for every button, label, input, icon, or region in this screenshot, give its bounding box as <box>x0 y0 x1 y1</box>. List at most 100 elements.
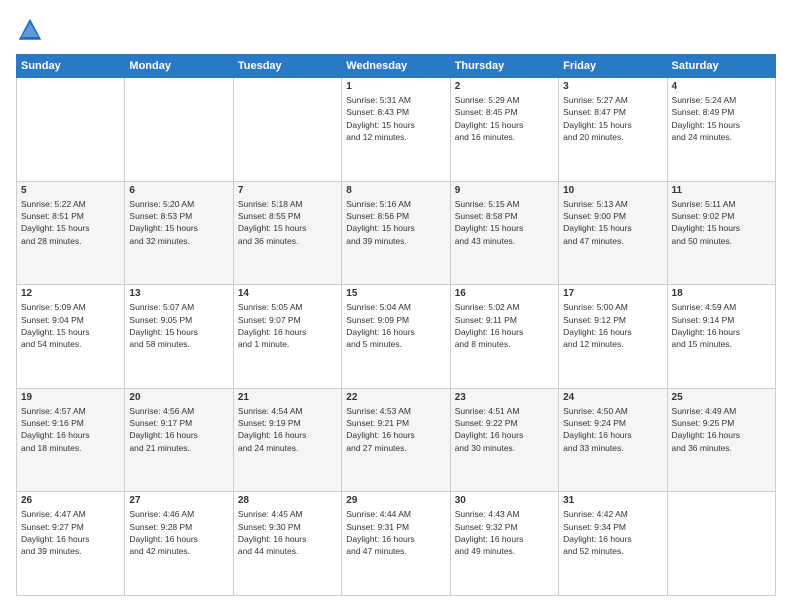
cell-content: Sunrise: 4:51 AM Sunset: 9:22 PM Dayligh… <box>455 405 554 454</box>
day-number: 3 <box>563 81 662 92</box>
day-number: 4 <box>672 81 771 92</box>
calendar-cell: 30Sunrise: 4:43 AM Sunset: 9:32 PM Dayli… <box>450 492 558 596</box>
cell-content: Sunrise: 4:45 AM Sunset: 9:30 PM Dayligh… <box>238 508 337 557</box>
day-number: 16 <box>455 288 554 299</box>
calendar-cell: 6 Sunrise: 5:20 AM Sunset: 8:53 PM Daylig… <box>125 181 233 285</box>
day-number: 29 <box>346 495 445 506</box>
calendar-cell: 25 Sunrise: 4:49 AM Sunset: 9:25 PM Dayli… <box>667 388 775 492</box>
day-number: 27 <box>129 495 228 506</box>
day-number: 24 <box>563 392 662 403</box>
header <box>16 16 776 44</box>
day-number: 15 <box>346 288 445 299</box>
day-number: 26 <box>21 495 120 506</box>
cell-content: Sunrise: 5:15 AM Sunset: 8:58 PM Dayligh… <box>455 198 554 247</box>
calendar-cell: 10 Sunrise: 5:13 AM Sunset: 9:00 PM Dayli… <box>559 181 667 285</box>
calendar-table: SundayMondayTuesdayWednesdayThursdayFrid… <box>16 54 776 596</box>
calendar-cell: 23 Sunrise: 4:51 AM Sunset: 9:22 PM Dayli… <box>450 388 558 492</box>
day-header-wednesday: Wednesday <box>342 55 450 78</box>
day-header-monday: Monday <box>125 55 233 78</box>
logo <box>16 16 48 44</box>
day-number: 21 <box>238 392 337 403</box>
week-row-1: 1 Sunrise: 5:31 AM Sunset: 8:43 PM Daylig… <box>17 78 776 182</box>
day-number: 10 <box>563 185 662 196</box>
cell-content: Sunrise: 5:27 AM Sunset: 8:47 PM Dayligh… <box>563 94 662 143</box>
calendar-cell: 26 Sunrise: 4:47 AM Sunset: 9:27 PM Dayli… <box>17 492 125 596</box>
cell-content: Sunrise: 5:20 AM Sunset: 8:53 PM Dayligh… <box>129 198 228 247</box>
day-number: 5 <box>21 185 120 196</box>
day-number: 13 <box>129 288 228 299</box>
cell-content: Sunrise: 5:04 AM Sunset: 9:09 PM Dayligh… <box>346 301 445 350</box>
header-row: SundayMondayTuesdayWednesdayThursdayFrid… <box>17 55 776 78</box>
calendar-cell: 1 Sunrise: 5:31 AM Sunset: 8:43 PM Daylig… <box>342 78 450 182</box>
calendar-cell: 7 Sunrise: 5:18 AM Sunset: 8:55 PM Daylig… <box>233 181 341 285</box>
day-number: 12 <box>21 288 120 299</box>
calendar-cell: 16 Sunrise: 5:02 AM Sunset: 9:11 PM Dayli… <box>450 285 558 389</box>
day-number: 11 <box>672 185 771 196</box>
day-number: 2 <box>455 81 554 92</box>
calendar-cell: 17 Sunrise: 5:00 AM Sunset: 9:12 PM Dayli… <box>559 285 667 389</box>
day-number: 19 <box>21 392 120 403</box>
day-number: 1 <box>346 81 445 92</box>
calendar-cell: 4 Sunrise: 5:24 AM Sunset: 8:49 PM Daylig… <box>667 78 775 182</box>
calendar-cell: 14Sunrise: 5:05 AM Sunset: 9:07 PM Dayli… <box>233 285 341 389</box>
calendar-cell: 18 Sunrise: 4:59 AM Sunset: 9:14 PM Dayli… <box>667 285 775 389</box>
cell-content: Sunrise: 4:59 AM Sunset: 9:14 PM Dayligh… <box>672 301 771 350</box>
cell-content: Sunrise: 5:29 AM Sunset: 8:45 PM Dayligh… <box>455 94 554 143</box>
cell-content: Sunrise: 5:16 AM Sunset: 8:56 PM Dayligh… <box>346 198 445 247</box>
calendar-cell: 31Sunrise: 4:42 AM Sunset: 9:34 PM Dayli… <box>559 492 667 596</box>
day-header-saturday: Saturday <box>667 55 775 78</box>
calendar-cell: 20Sunrise: 4:56 AM Sunset: 9:17 PM Dayli… <box>125 388 233 492</box>
cell-content: Sunrise: 5:13 AM Sunset: 9:00 PM Dayligh… <box>563 198 662 247</box>
calendar-cell: 9 Sunrise: 5:15 AM Sunset: 8:58 PM Daylig… <box>450 181 558 285</box>
cell-content: Sunrise: 4:46 AM Sunset: 9:28 PM Dayligh… <box>129 508 228 557</box>
day-number: 28 <box>238 495 337 506</box>
cell-content: Sunrise: 4:43 AM Sunset: 9:32 PM Dayligh… <box>455 508 554 557</box>
calendar-cell: 3 Sunrise: 5:27 AM Sunset: 8:47 PM Daylig… <box>559 78 667 182</box>
day-number: 25 <box>672 392 771 403</box>
week-row-4: 19 Sunrise: 4:57 AM Sunset: 9:16 PM Dayli… <box>17 388 776 492</box>
cell-content: Sunrise: 5:24 AM Sunset: 8:49 PM Dayligh… <box>672 94 771 143</box>
calendar-cell: 19 Sunrise: 4:57 AM Sunset: 9:16 PM Dayli… <box>17 388 125 492</box>
day-number: 17 <box>563 288 662 299</box>
day-header-thursday: Thursday <box>450 55 558 78</box>
calendar-cell <box>233 78 341 182</box>
calendar-cell: 12 Sunrise: 5:09 AM Sunset: 9:04 PM Dayli… <box>17 285 125 389</box>
calendar-cell <box>125 78 233 182</box>
day-number: 6 <box>129 185 228 196</box>
day-header-tuesday: Tuesday <box>233 55 341 78</box>
calendar-cell: 21Sunrise: 4:54 AM Sunset: 9:19 PM Dayli… <box>233 388 341 492</box>
cell-content: Sunrise: 4:47 AM Sunset: 9:27 PM Dayligh… <box>21 508 120 557</box>
calendar-cell: 24 Sunrise: 4:50 AM Sunset: 9:24 PM Dayli… <box>559 388 667 492</box>
day-number: 31 <box>563 495 662 506</box>
calendar-cell <box>667 492 775 596</box>
cell-content: Sunrise: 4:57 AM Sunset: 9:16 PM Dayligh… <box>21 405 120 454</box>
page: SundayMondayTuesdayWednesdayThursdayFrid… <box>0 0 792 612</box>
day-number: 18 <box>672 288 771 299</box>
cell-content: Sunrise: 5:11 AM Sunset: 9:02 PM Dayligh… <box>672 198 771 247</box>
cell-content: Sunrise: 4:49 AM Sunset: 9:25 PM Dayligh… <box>672 405 771 454</box>
cell-content: Sunrise: 5:18 AM Sunset: 8:55 PM Dayligh… <box>238 198 337 247</box>
cell-content: Sunrise: 5:00 AM Sunset: 9:12 PM Dayligh… <box>563 301 662 350</box>
calendar-cell: 13 Sunrise: 5:07 AM Sunset: 9:05 PM Dayli… <box>125 285 233 389</box>
calendar-cell: 2 Sunrise: 5:29 AM Sunset: 8:45 PM Daylig… <box>450 78 558 182</box>
day-number: 23 <box>455 392 554 403</box>
calendar-cell: 22Sunrise: 4:53 AM Sunset: 9:21 PM Dayli… <box>342 388 450 492</box>
week-row-3: 12 Sunrise: 5:09 AM Sunset: 9:04 PM Dayli… <box>17 285 776 389</box>
cell-content: Sunrise: 5:09 AM Sunset: 9:04 PM Dayligh… <box>21 301 120 350</box>
cell-content: Sunrise: 5:07 AM Sunset: 9:05 PM Dayligh… <box>129 301 228 350</box>
day-header-friday: Friday <box>559 55 667 78</box>
calendar-cell: 27 Sunrise: 4:46 AM Sunset: 9:28 PM Dayli… <box>125 492 233 596</box>
calendar-cell: 11 Sunrise: 5:11 AM Sunset: 9:02 PM Dayli… <box>667 181 775 285</box>
day-number: 20 <box>129 392 228 403</box>
day-number: 9 <box>455 185 554 196</box>
cell-content: Sunrise: 4:53 AM Sunset: 9:21 PM Dayligh… <box>346 405 445 454</box>
day-number: 7 <box>238 185 337 196</box>
cell-content: Sunrise: 4:50 AM Sunset: 9:24 PM Dayligh… <box>563 405 662 454</box>
cell-content: Sunrise: 5:02 AM Sunset: 9:11 PM Dayligh… <box>455 301 554 350</box>
cell-content: Sunrise: 4:44 AM Sunset: 9:31 PM Dayligh… <box>346 508 445 557</box>
logo-icon <box>16 16 44 44</box>
calendar-cell: 15 Sunrise: 5:04 AM Sunset: 9:09 PM Dayli… <box>342 285 450 389</box>
day-header-sunday: Sunday <box>17 55 125 78</box>
cell-content: Sunrise: 5:31 AM Sunset: 8:43 PM Dayligh… <box>346 94 445 143</box>
cell-content: Sunrise: 5:05 AM Sunset: 9:07 PM Dayligh… <box>238 301 337 350</box>
